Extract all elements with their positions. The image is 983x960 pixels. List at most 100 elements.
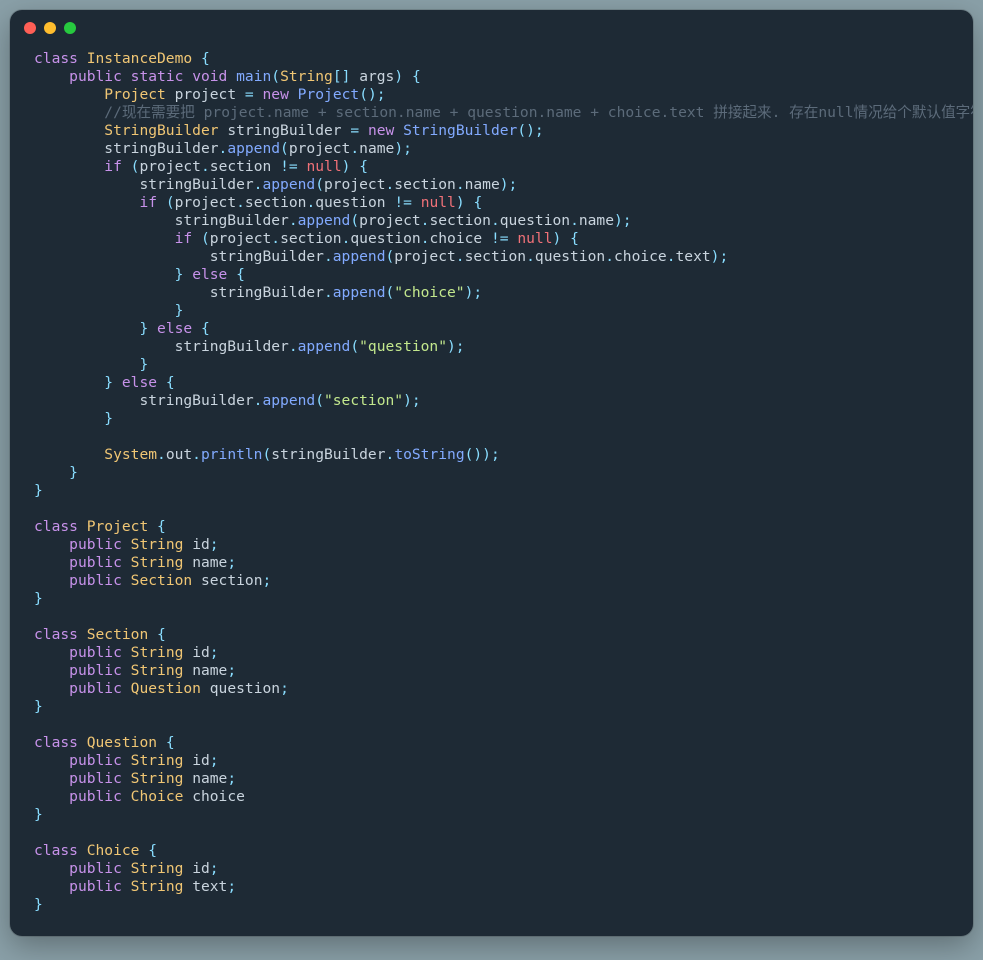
token-space — [34, 788, 69, 805]
code-line: } — [34, 806, 963, 824]
token-ident: project — [324, 176, 386, 193]
token-kw: public — [69, 68, 122, 85]
token-ident: name — [192, 770, 227, 787]
code-line — [34, 824, 963, 842]
code-line: public String id; — [34, 644, 963, 662]
token-ident: id — [192, 536, 210, 553]
code-line: } — [34, 302, 963, 320]
token-kw: new — [368, 122, 394, 139]
token-ident: question — [500, 212, 570, 229]
token-space — [34, 410, 104, 427]
token-call: append — [227, 140, 280, 157]
code-line: stringBuilder.append("question"); — [34, 338, 963, 356]
token-space — [34, 338, 175, 355]
code-line: } — [34, 896, 963, 914]
token-ident: stringBuilder — [175, 338, 289, 355]
token-ident: section — [280, 230, 342, 247]
token-space — [34, 122, 104, 139]
token-call: toString — [394, 446, 464, 463]
token-punct: ( — [385, 248, 394, 265]
token-type: Section — [131, 572, 193, 589]
token-space — [183, 644, 192, 661]
token-punct: ); — [711, 248, 729, 265]
token-punct: ; — [263, 572, 272, 589]
token-ident: project — [175, 194, 237, 211]
token-punct: ( — [350, 212, 359, 229]
token-punct: } — [34, 896, 43, 913]
token-punct: ( — [166, 194, 175, 211]
code-line: if (project.section.question != null) { — [34, 194, 963, 212]
code-line: stringBuilder.append(project.name); — [34, 140, 963, 158]
token-punct: . — [324, 248, 333, 265]
token-space — [122, 752, 131, 769]
token-space — [34, 320, 139, 337]
code-line — [34, 608, 963, 626]
token-kw: if — [139, 194, 157, 211]
window-titlebar — [10, 10, 973, 46]
token-punct: . — [456, 176, 465, 193]
minimize-icon[interactable] — [44, 22, 56, 34]
token-punct: { — [359, 158, 368, 175]
token-ident: stringBuilder — [210, 248, 324, 265]
token-punct: . — [605, 248, 614, 265]
code-line: } — [34, 464, 963, 482]
token-kw: class — [34, 842, 78, 859]
code-line: public String name; — [34, 662, 963, 680]
token-ident: project — [289, 140, 351, 157]
token-type: Question — [131, 680, 201, 697]
code-line: class Question { — [34, 734, 963, 752]
token-punct: ); — [447, 338, 465, 355]
code-line — [34, 500, 963, 518]
token-punct: . — [157, 446, 166, 463]
token-space — [34, 536, 69, 553]
token-punct: ( — [315, 176, 324, 193]
token-call: Project — [298, 86, 360, 103]
code-line: System.out.println(stringBuilder.toStrin… — [34, 446, 963, 464]
token-null: null — [306, 158, 341, 175]
token-punct: ; — [210, 752, 219, 769]
token-kw: public — [69, 752, 122, 769]
token-space — [403, 68, 412, 85]
token-space — [34, 104, 104, 121]
token-punct: . — [236, 194, 245, 211]
token-ident: stringBuilder — [210, 284, 324, 301]
token-ident: stringBuilder — [139, 392, 253, 409]
token-ident: project — [139, 158, 201, 175]
token-punct: ); — [500, 176, 518, 193]
token-punct: ()); — [465, 446, 500, 463]
token-space — [34, 140, 104, 157]
code-line: public String name; — [34, 770, 963, 788]
code-line: class InstanceDemo { — [34, 50, 963, 68]
token-space — [192, 320, 201, 337]
token-space — [183, 536, 192, 553]
code-line: if (project.section.question.choice != n… — [34, 230, 963, 248]
token-type: String — [131, 752, 184, 769]
zoom-icon[interactable] — [64, 22, 76, 34]
token-call: println — [201, 446, 263, 463]
token-space — [34, 86, 104, 103]
token-call: append — [333, 248, 386, 265]
token-punct: . — [570, 212, 579, 229]
token-space — [34, 248, 210, 265]
code-line: } else { — [34, 374, 963, 392]
token-ident: section — [429, 212, 491, 229]
token-space — [34, 230, 175, 247]
token-space — [148, 626, 157, 643]
close-icon[interactable] — [24, 22, 36, 34]
token-kw: public — [69, 860, 122, 877]
code-line: public Question question; — [34, 680, 963, 698]
code-editor[interactable]: class InstanceDemo { public static void … — [10, 46, 973, 936]
token-kw: public — [69, 662, 122, 679]
token-punct: { — [201, 50, 210, 67]
token-space — [34, 464, 69, 481]
token-space — [122, 788, 131, 805]
token-type: Choice — [87, 842, 140, 859]
token-space — [34, 284, 210, 301]
token-space — [34, 68, 69, 85]
token-type: String — [131, 554, 184, 571]
token-punct: } — [104, 374, 113, 391]
token-space — [157, 194, 166, 211]
code-line: } — [34, 410, 963, 428]
token-ident: stringBuilder — [271, 446, 385, 463]
token-punct: (); — [359, 86, 385, 103]
